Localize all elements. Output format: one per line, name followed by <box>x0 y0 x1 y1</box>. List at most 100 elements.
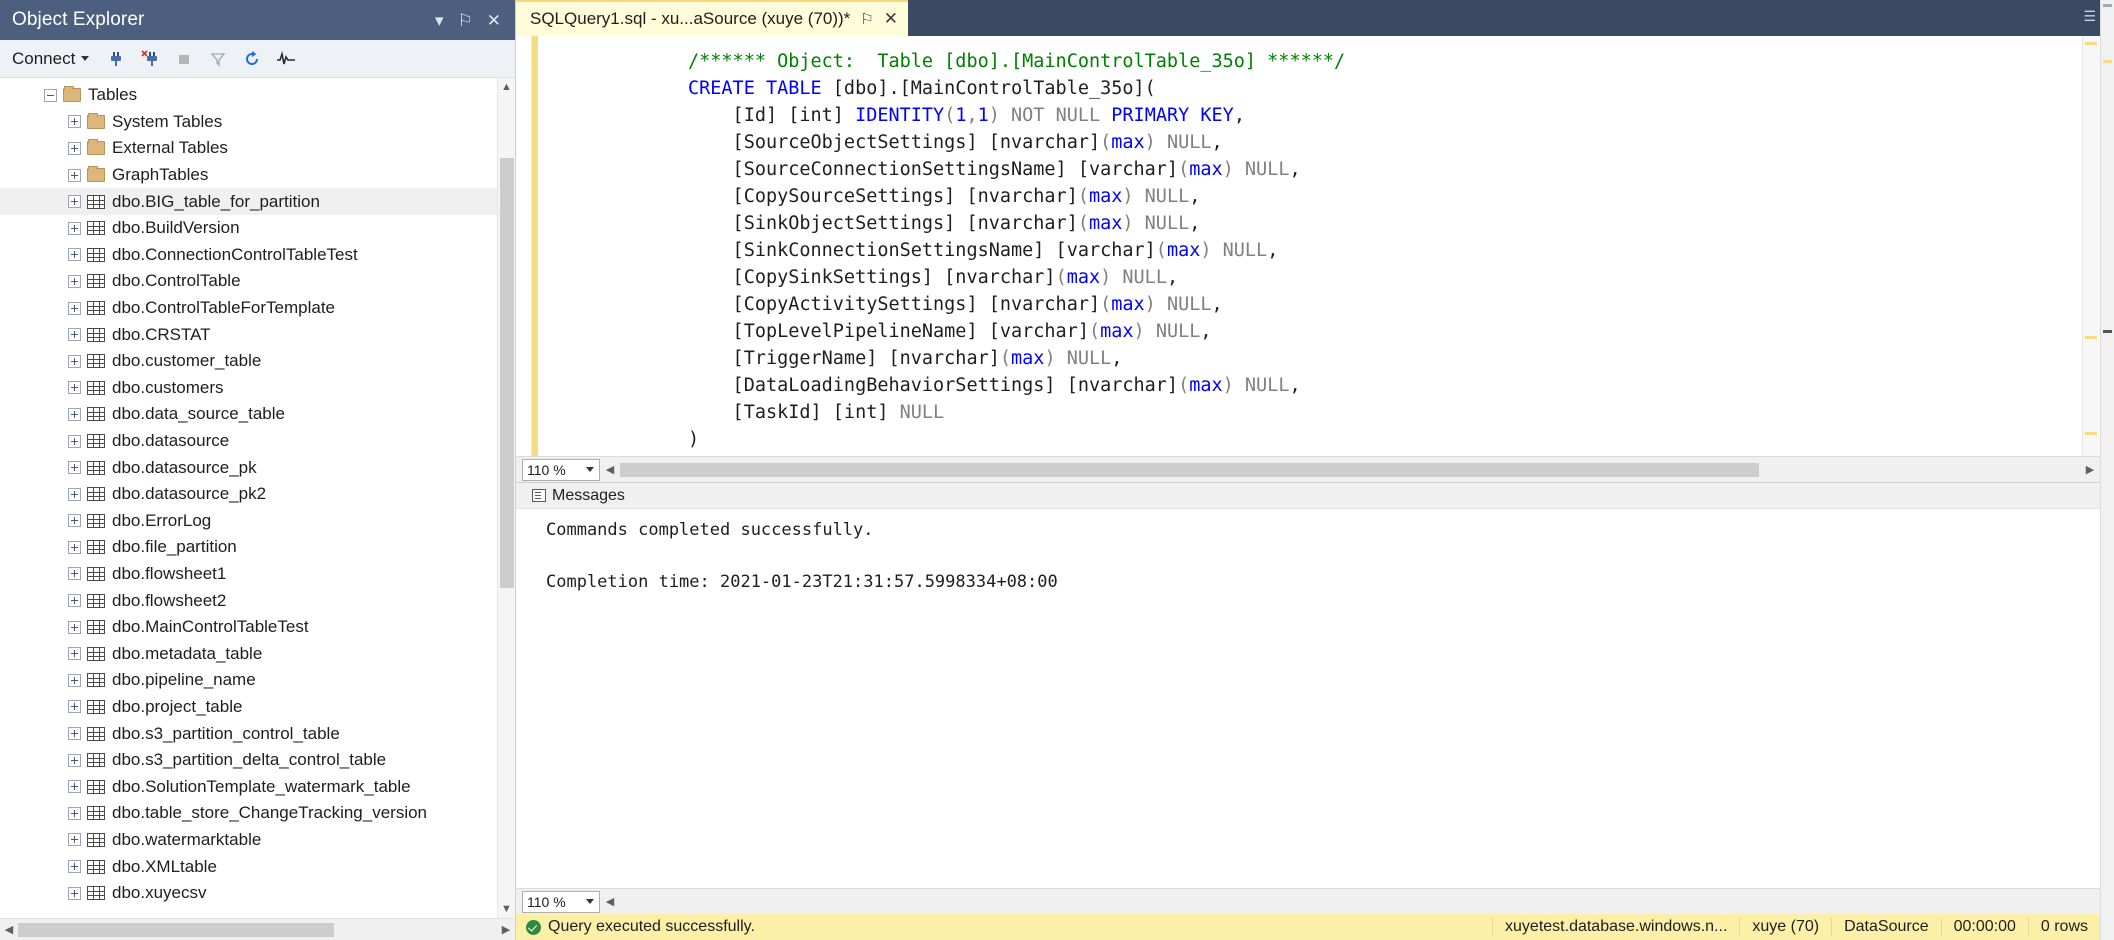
expand-plus-icon[interactable] <box>68 381 81 394</box>
tree-item-dbo-datasource[interactable]: dbo.datasource <box>0 428 497 455</box>
tree-item-dbo-data-source-table[interactable]: dbo.data_source_table <box>0 401 497 428</box>
tree-item-graphtables[interactable]: GraphTables <box>0 162 497 189</box>
refresh-icon[interactable] <box>241 48 263 70</box>
connect-button[interactable]: Connect <box>8 47 93 71</box>
tree-vertical-scrollbar[interactable]: ▲ ▼ <box>497 78 515 918</box>
tree-item-dbo-file-partition[interactable]: dbo.file_partition <box>0 534 497 561</box>
object-explorer-tree[interactable]: TablesSystem TablesExternal TablesGraphT… <box>0 78 515 918</box>
sql-editor[interactable]: /****** Object: Table [dbo].[MainControl… <box>516 36 2100 456</box>
expand-plus-icon[interactable] <box>68 621 81 634</box>
tree-item-dbo-customer-table[interactable]: dbo.customer_table <box>0 348 497 375</box>
expand-plus-icon[interactable] <box>68 860 81 873</box>
tree-item-dbo-controltablefortemplate[interactable]: dbo.ControlTableForTemplate <box>0 295 497 322</box>
expand-plus-icon[interactable] <box>68 248 81 261</box>
tree-item-dbo-datasource-pk2[interactable]: dbo.datasource_pk2 <box>0 481 497 508</box>
expand-plus-icon[interactable] <box>68 488 81 501</box>
close-icon[interactable]: ✕ <box>487 12 501 29</box>
connect-plug-icon[interactable] <box>105 48 127 70</box>
editor-hscroll-track[interactable] <box>620 463 2080 477</box>
filter-icon[interactable] <box>207 48 229 70</box>
results-scroll-left-icon[interactable]: ◀ <box>600 895 620 908</box>
tree-item-system-tables[interactable]: System Tables <box>0 109 497 136</box>
scroll-left-icon[interactable]: ◀ <box>0 923 18 936</box>
collapse-minus-icon[interactable] <box>44 89 57 102</box>
tree-item-dbo-customers[interactable]: dbo.customers <box>0 375 497 402</box>
expand-plus-icon[interactable] <box>68 195 81 208</box>
tab-sqlquery1[interactable]: SQLQuery1.sql - xu...aSource (xuye (70))… <box>516 0 908 36</box>
editor-scroll-left-icon[interactable]: ◀ <box>600 463 620 476</box>
results-zoom-select[interactable]: 110 % <box>522 891 600 913</box>
tree-item-dbo-errorlog[interactable]: dbo.ErrorLog <box>0 508 497 535</box>
activity-monitor-icon[interactable] <box>275 48 297 70</box>
messages-text[interactable]: Commands completed successfully. Complet… <box>516 509 2100 888</box>
tree-item-dbo-controltable[interactable]: dbo.ControlTable <box>0 268 497 295</box>
tree-item-dbo-s3-partition-delta-control-table[interactable]: dbo.s3_partition_delta_control_table <box>0 747 497 774</box>
expand-plus-icon[interactable] <box>68 461 81 474</box>
tree-item-dbo-pipeline-name[interactable]: dbo.pipeline_name <box>0 667 497 694</box>
expand-plus-icon[interactable] <box>68 567 81 580</box>
editor-hscroll-thumb[interactable] <box>620 463 1759 477</box>
tree-item-dbo-buildversion[interactable]: dbo.BuildVersion <box>0 215 497 242</box>
expand-plus-icon[interactable] <box>68 514 81 527</box>
expand-plus-icon[interactable] <box>68 435 81 448</box>
expand-plus-icon[interactable] <box>68 541 81 554</box>
expand-plus-icon[interactable] <box>68 115 81 128</box>
tree-item-dbo-table-store-changetracking-version[interactable]: dbo.table_store_ChangeTracking_version <box>0 800 497 827</box>
tree-item-dbo-big-table-for-partition[interactable]: dbo.BIG_table_for_partition <box>0 188 497 215</box>
tab-messages[interactable]: Messages <box>524 483 633 509</box>
tree-item-dbo-connectioncontroltabletest[interactable]: dbo.ConnectionControlTableTest <box>0 242 497 269</box>
tree-item-tables[interactable]: Tables <box>0 82 497 109</box>
sql-code-text[interactable]: /****** Object: Table [dbo].[MainControl… <box>538 36 2100 456</box>
pin-icon[interactable]: ⚐ <box>458 12 473 29</box>
tree-item-dbo-metadata-table[interactable]: dbo.metadata_table <box>0 640 497 667</box>
expand-plus-icon[interactable] <box>68 887 81 900</box>
hscroll-track[interactable] <box>18 923 497 937</box>
tree-item-dbo-project-table[interactable]: dbo.project_table <box>0 694 497 721</box>
expand-plus-icon[interactable] <box>68 142 81 155</box>
expand-plus-icon[interactable] <box>68 594 81 607</box>
outer-scroll-rail[interactable] <box>2100 0 2114 940</box>
expand-plus-icon[interactable] <box>68 408 81 421</box>
tree-item-external-tables[interactable]: External Tables <box>0 135 497 162</box>
expand-plus-icon[interactable] <box>68 302 81 315</box>
results-hscroll-track[interactable] <box>620 895 2100 909</box>
expand-plus-icon[interactable] <box>68 647 81 660</box>
tab-overflow-icon[interactable]: ☰ <box>2083 8 2096 25</box>
expand-plus-icon[interactable] <box>68 355 81 368</box>
expand-plus-icon[interactable] <box>68 700 81 713</box>
tree-item-dbo-flowsheet2[interactable]: dbo.flowsheet2 <box>0 587 497 614</box>
expand-plus-icon[interactable] <box>68 780 81 793</box>
hscroll-thumb[interactable] <box>18 923 334 937</box>
pin-icon[interactable]: ⚐ <box>860 10 873 28</box>
tree-horizontal-scrollbar[interactable]: ◀ ▶ <box>0 918 515 940</box>
tree-item-dbo-crstat[interactable]: dbo.CRSTAT <box>0 321 497 348</box>
close-icon[interactable]: ✕ <box>884 9 898 29</box>
expand-plus-icon[interactable] <box>68 833 81 846</box>
tree-item-dbo-datasource-pk[interactable]: dbo.datasource_pk <box>0 454 497 481</box>
scroll-right-icon[interactable]: ▶ <box>497 923 515 936</box>
tree-item-dbo-xmltable[interactable]: dbo.XMLtable <box>0 853 497 880</box>
tree-item-dbo-watermarktable[interactable]: dbo.watermarktable <box>0 827 497 854</box>
expand-plus-icon[interactable] <box>68 727 81 740</box>
expand-plus-icon[interactable] <box>68 275 81 288</box>
scrollbar-thumb[interactable] <box>500 158 514 588</box>
editor-scroll-rail[interactable] <box>2082 36 2100 456</box>
scroll-down-icon[interactable]: ▼ <box>498 900 515 918</box>
tree-item-dbo-xuyecsv[interactable]: dbo.xuyecsv <box>0 880 497 907</box>
expand-plus-icon[interactable] <box>68 674 81 687</box>
scroll-up-icon[interactable]: ▲ <box>498 78 515 96</box>
disconnect-plug-icon[interactable] <box>139 48 161 70</box>
expand-plus-icon[interactable] <box>68 328 81 341</box>
expand-plus-icon[interactable] <box>68 807 81 820</box>
editor-zoom-select[interactable]: 110 % <box>522 459 600 481</box>
expand-plus-icon[interactable] <box>68 169 81 182</box>
expand-plus-icon[interactable] <box>68 222 81 235</box>
code-line: CREATE TABLE [dbo].[MainControlTable_35o… <box>538 75 2100 102</box>
expand-plus-icon[interactable] <box>68 754 81 767</box>
tree-item-dbo-s3-partition-control-table[interactable]: dbo.s3_partition_control_table <box>0 720 497 747</box>
tree-item-dbo-maincontroltabletest[interactable]: dbo.MainControlTableTest <box>0 614 497 641</box>
editor-scroll-right-icon[interactable]: ▶ <box>2080 463 2100 476</box>
tree-item-dbo-flowsheet1[interactable]: dbo.flowsheet1 <box>0 561 497 588</box>
tree-item-dbo-solutiontemplate-watermark-table[interactable]: dbo.SolutionTemplate_watermark_table <box>0 773 497 800</box>
chevron-down-icon[interactable]: ▾ <box>435 12 444 29</box>
